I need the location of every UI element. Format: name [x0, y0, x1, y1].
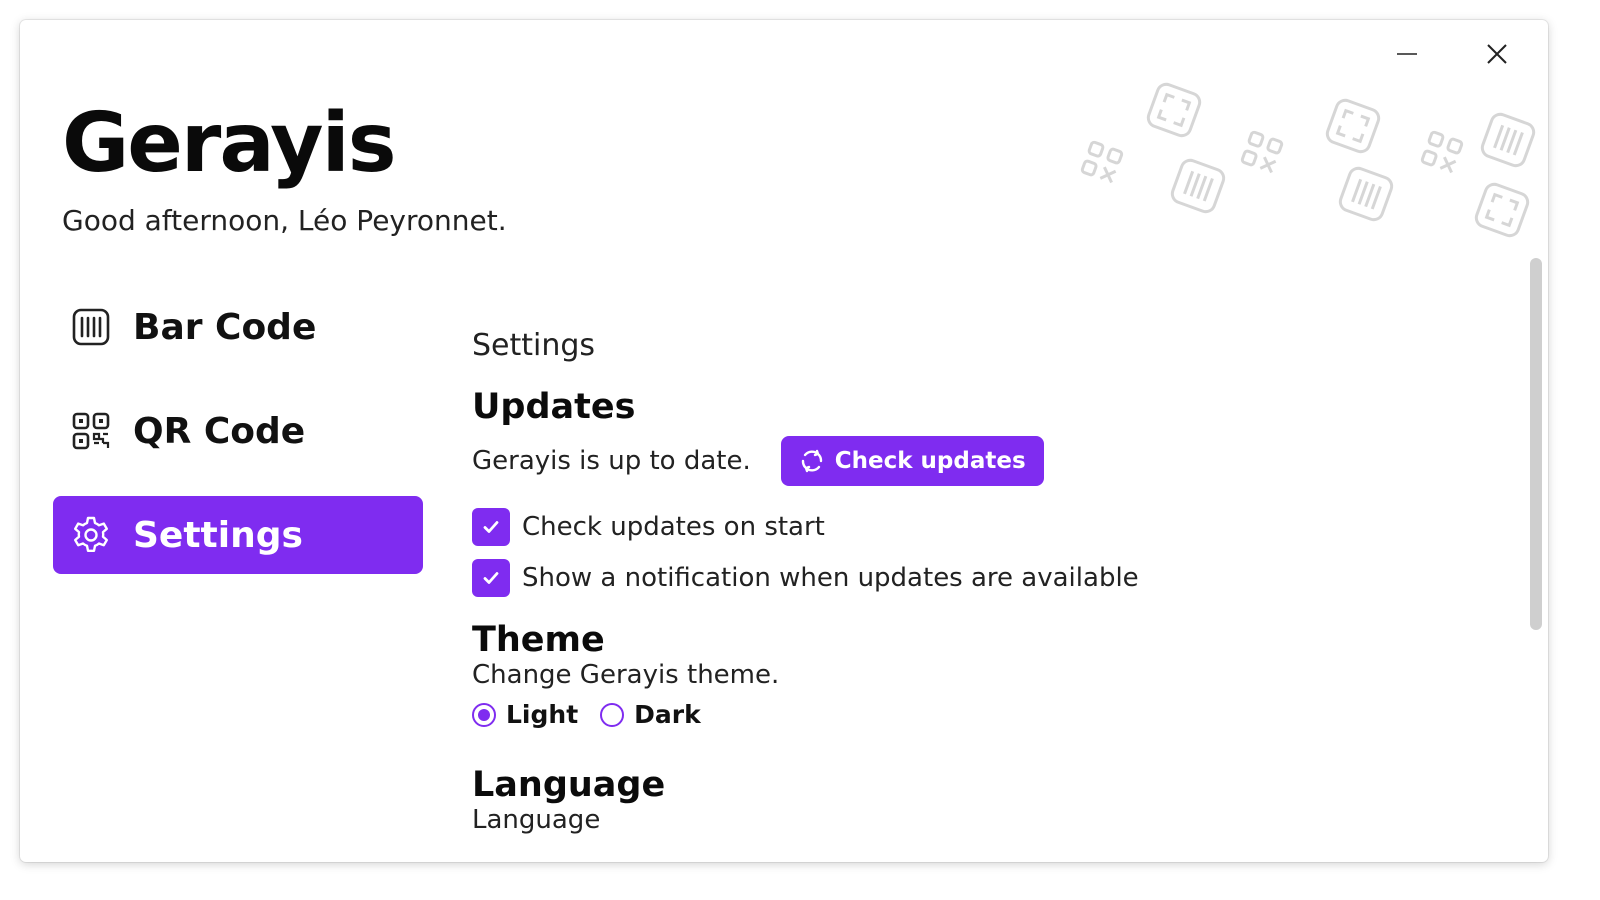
- sidebar-item-label: Settings: [133, 514, 303, 556]
- decorative-pattern: [1080, 82, 1536, 238]
- close-icon: [1487, 44, 1507, 64]
- minimize-icon: [1397, 53, 1417, 55]
- sidebar-item-bar-code[interactable]: Bar Code: [53, 288, 423, 366]
- theme-description: Change Gerayis theme.: [472, 660, 780, 690]
- barcode-icon: [1338, 166, 1394, 222]
- barcode-icon: [71, 307, 111, 347]
- check-on-start-label: Check updates on start: [522, 512, 825, 542]
- checkmark-icon: [483, 521, 499, 533]
- notify-updates-label: Show a notification when updates are ava…: [522, 563, 1139, 593]
- qrcode-icon: [1420, 130, 1464, 174]
- page-title: Settings: [472, 328, 596, 363]
- updates-heading: Updates: [472, 387, 636, 427]
- app-window: Gerayis Good afternoon, Léo Peyronnet. B…: [20, 20, 1548, 862]
- scan-icon: [1146, 82, 1202, 138]
- check-on-start-option[interactable]: Check updates on start: [472, 507, 1512, 547]
- update-status-text: Gerayis is up to date.: [472, 446, 751, 476]
- barcode-icon: [1480, 112, 1536, 168]
- check-updates-label: Check updates: [834, 448, 1026, 474]
- qrcode-icon: [71, 411, 111, 451]
- app-title: Gerayis: [62, 96, 397, 191]
- sidebar-item-label: QR Code: [133, 410, 306, 452]
- notify-updates-checkbox[interactable]: [472, 559, 510, 597]
- theme-dark-option[interactable]: Dark: [600, 700, 701, 729]
- sidebar-item-settings[interactable]: Settings: [53, 496, 423, 574]
- qrcode-icon: [1240, 130, 1284, 174]
- update-options: Check updates on start Show a notificati…: [472, 507, 1512, 598]
- refresh-icon: [801, 449, 822, 473]
- theme-light-radio[interactable]: [472, 702, 496, 727]
- close-button[interactable]: [1466, 38, 1528, 70]
- update-status-row: Gerayis is up to date. Check updates: [472, 435, 1512, 487]
- greeting-text: Good afternoon, Léo Peyronnet.: [62, 204, 507, 237]
- theme-section: Theme Change Gerayis theme. Light Dark: [472, 620, 1512, 729]
- sidebar-item-qr-code[interactable]: QR Code: [53, 392, 423, 470]
- language-section: Language Language: [472, 765, 1512, 835]
- check-on-start-checkbox[interactable]: [472, 508, 510, 546]
- qrcode-icon: [1080, 140, 1124, 184]
- scan-icon: [1474, 182, 1530, 238]
- theme-radio-group: Light Dark: [472, 700, 1512, 729]
- theme-light-option[interactable]: Light: [472, 700, 578, 729]
- check-updates-button[interactable]: Check updates: [780, 436, 1044, 486]
- minimize-button[interactable]: [1376, 38, 1438, 70]
- language-description: Language: [472, 805, 601, 835]
- radio-selected-dot: [478, 708, 490, 721]
- notify-updates-option[interactable]: Show a notification when updates are ava…: [472, 558, 1512, 598]
- scrollbar-thumb[interactable]: [1530, 258, 1542, 630]
- sidebar-nav: Bar Code QR Code Settings: [53, 288, 423, 600]
- theme-dark-radio[interactable]: [600, 702, 625, 727]
- theme-dark-label: Dark: [634, 700, 701, 729]
- updates-section: Updates Gerayis is up to date. Check upd…: [472, 387, 1512, 598]
- theme-light-label: Light: [506, 700, 579, 729]
- language-heading: Language: [472, 765, 666, 805]
- window-controls: [1376, 38, 1528, 70]
- theme-heading: Theme: [472, 620, 605, 660]
- scan-icon: [1325, 98, 1381, 154]
- checkmark-icon: [483, 572, 499, 584]
- barcode-icon: [1170, 158, 1226, 214]
- sidebar-item-label: Bar Code: [133, 306, 317, 348]
- gear-icon: [71, 515, 111, 555]
- settings-panel: Settings Updates Gerayis is up to date. …: [472, 328, 1512, 835]
